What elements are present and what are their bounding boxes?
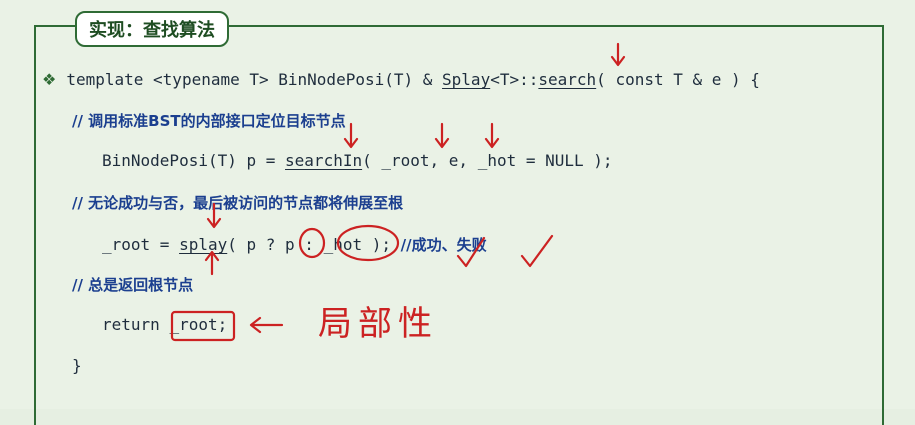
circle-mark bbox=[298, 227, 326, 259]
arrow-down-icon bbox=[484, 122, 500, 149]
arrow-down-icon bbox=[206, 202, 222, 229]
arrow-left-icon bbox=[249, 316, 284, 334]
circle-mark bbox=[336, 224, 400, 262]
check-icon bbox=[456, 236, 486, 268]
arrow-down-icon bbox=[434, 122, 450, 149]
handwritten-note-locality: 局部性 bbox=[318, 304, 438, 344]
arrow-down-icon bbox=[610, 42, 626, 67]
check-icon bbox=[520, 234, 554, 268]
arrow-up-icon bbox=[204, 250, 220, 276]
highlight-box bbox=[170, 310, 236, 342]
handwritten-annotations bbox=[170, 42, 626, 342]
arrow-down-icon bbox=[343, 122, 359, 149]
